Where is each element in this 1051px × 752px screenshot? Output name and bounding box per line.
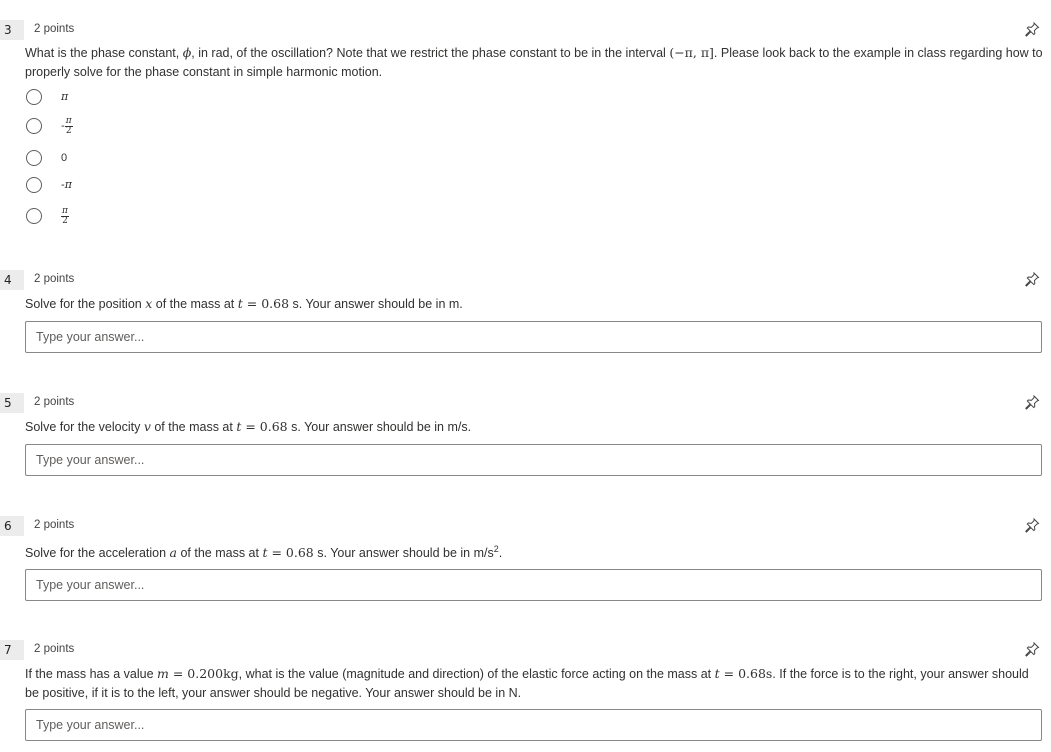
pin-icon[interactable]	[1024, 21, 1040, 37]
pin-icon[interactable]	[1024, 641, 1040, 657]
radio-button[interactable]	[26, 177, 42, 193]
question-points: 2 points	[34, 643, 75, 655]
question-points: 2 points	[34, 273, 75, 285]
option-label: -π2	[61, 115, 73, 136]
pin-icon[interactable]	[1024, 517, 1040, 533]
answer-input[interactable]	[25, 709, 1042, 741]
option-label: π	[61, 90, 69, 103]
answer-input[interactable]	[25, 321, 1042, 353]
question-number: 3	[0, 20, 24, 40]
radio-button[interactable]	[26, 89, 42, 105]
question-number: 4	[0, 270, 24, 290]
pin-icon[interactable]	[1024, 394, 1040, 410]
question-points: 2 points	[34, 396, 75, 408]
radio-button[interactable]	[26, 118, 42, 134]
answer-input[interactable]	[25, 444, 1042, 476]
question-points: 2 points	[34, 519, 75, 531]
pin-icon[interactable]	[1024, 271, 1040, 287]
question-text: What is the phase constant, ϕ, in rad, o…	[25, 45, 1043, 79]
question-text: Solve for the velocity v of the mass at …	[25, 419, 472, 434]
option-label: -π	[61, 178, 72, 191]
option-label: 0	[61, 152, 68, 164]
question-number: 7	[0, 640, 24, 660]
question-number: 5	[0, 393, 24, 413]
question-text: If the mass has a value m = 0.200kg, wha…	[25, 666, 1029, 700]
option-label: π2	[61, 205, 69, 226]
answer-input[interactable]	[25, 569, 1042, 601]
question-text: Solve for the acceleration a of the mass…	[25, 544, 503, 561]
question-points: 2 points	[34, 23, 75, 35]
question-text: Solve for the position x of the mass at …	[25, 296, 463, 311]
question-number: 6	[0, 516, 24, 536]
radio-button[interactable]	[26, 150, 42, 166]
radio-button[interactable]	[26, 208, 42, 224]
